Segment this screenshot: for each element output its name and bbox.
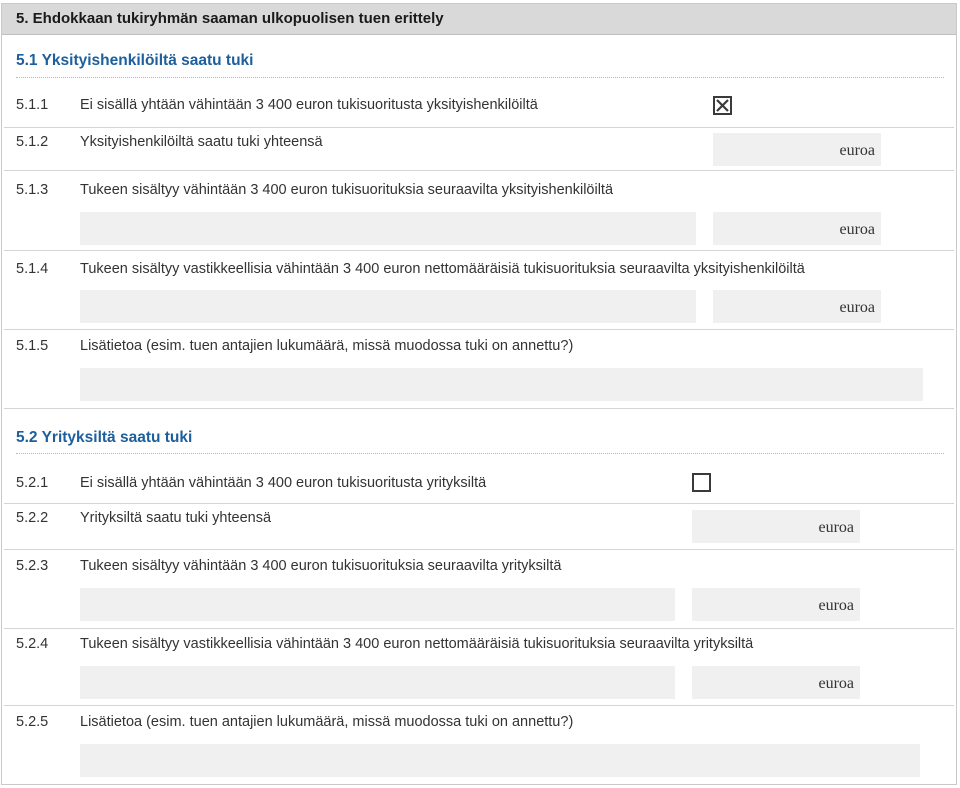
row-separator [4,628,954,629]
row-number: 5.2.1 [16,475,49,491]
section-header: 5. Ehdokkaan tukiryhmän saaman ulkopuoli… [2,4,956,35]
amount-field[interactable]: euroa [692,588,860,621]
row-label: Tukeen sisältyy vähintään 3 400 euron tu… [80,182,614,198]
row-separator [4,250,954,251]
row-label: Ei sisällä yhtään vähintään 3 400 euron … [80,475,487,491]
amount-field[interactable]: euroa [713,212,881,245]
additional-info-field[interactable] [80,368,923,401]
unit-label: euroa [839,299,875,316]
section-title-5-2: 5.2 Yrityksiltä saatu tuki [16,429,193,446]
unit-label: euroa [818,675,854,692]
row-number: 5.1.5 [16,338,49,354]
total-amount-field[interactable]: euroa [713,133,881,166]
row-separator [4,170,954,171]
row-separator [4,549,954,550]
row-number: 5.2.4 [16,636,49,652]
row-separator [4,705,954,706]
row-label: Lisätietoa (esim. tuen antajien lukumäär… [80,714,574,730]
row-separator [4,329,954,330]
row-number: 5.1.1 [16,97,49,113]
unit-label: euroa [839,142,875,159]
name-field[interactable] [80,588,675,621]
unit-label: euroa [818,597,854,614]
row-separator [4,503,954,504]
check-x-icon [716,99,729,112]
section-divider [16,77,944,78]
header-title: 5. Ehdokkaan tukiryhmän saaman ulkopuoli… [16,10,444,27]
section-divider [16,453,944,454]
row-number: 5.2.2 [16,510,49,526]
row-label: Tukeen sisältyy vastikkeellisia vähintää… [80,636,754,652]
row-label: Tukeen sisältyy vastikkeellisia vähintää… [80,261,805,277]
row-number: 5.1.4 [16,261,49,277]
unit-label: euroa [818,519,854,536]
row-separator [4,408,954,409]
amount-field[interactable]: euroa [692,666,860,699]
row-label: Yksityishenkilöiltä saatu tuki yhteensä [80,134,323,150]
checkbox-5-1-1[interactable] [713,96,732,115]
total-amount-field[interactable]: euroa [692,510,860,543]
row-label: Ei sisällä yhtään vähintään 3 400 euron … [80,97,538,113]
row-label: Lisätietoa (esim. tuen antajien lukumäär… [80,338,574,354]
row-separator [4,127,954,128]
name-field[interactable] [80,212,696,245]
checkbox-5-2-1[interactable] [692,473,711,492]
row-number: 5.2.3 [16,558,49,574]
row-label: Tukeen sisältyy vähintään 3 400 euron tu… [80,558,562,574]
row-number: 5.1.2 [16,134,49,150]
name-field[interactable] [80,290,696,323]
unit-label: euroa [839,221,875,238]
additional-info-field[interactable] [80,744,920,777]
row-label: Yrityksiltä saatu tuki yhteensä [80,510,272,526]
section-title-5-1: 5.1 Yksityishenkilöiltä saatu tuki [16,52,254,69]
amount-field[interactable]: euroa [713,290,881,323]
row-number: 5.1.3 [16,182,49,198]
name-field[interactable] [80,666,675,699]
row-number: 5.2.5 [16,714,49,730]
